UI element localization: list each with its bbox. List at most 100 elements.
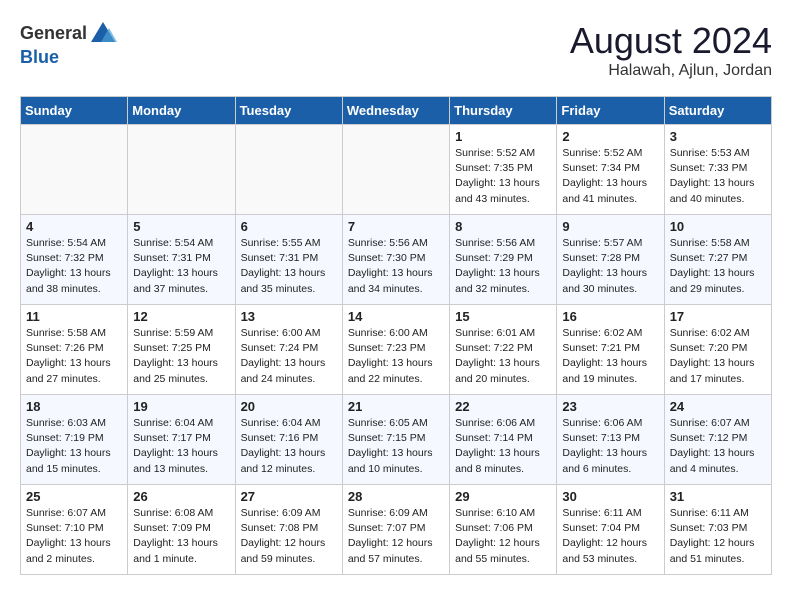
calendar-table: SundayMondayTuesdayWednesdayThursdayFrid… [20,96,772,575]
day-detail: Sunrise: 5:56 AM Sunset: 7:30 PM Dayligh… [348,236,444,297]
day-number: 8 [455,219,551,234]
day-detail: Sunrise: 6:10 AM Sunset: 7:06 PM Dayligh… [455,506,551,567]
title-block: August 2024 Halawah, Ajlun, Jordan [570,20,772,80]
day-number: 22 [455,399,551,414]
day-detail: Sunrise: 5:55 AM Sunset: 7:31 PM Dayligh… [241,236,337,297]
calendar-cell: 17 Sunrise: 6:02 AM Sunset: 7:20 PM Dayli… [664,305,771,395]
day-number: 13 [241,309,337,324]
calendar-cell: 14Sunrise: 6:00 AM Sunset: 7:23 PM Dayli… [342,305,449,395]
day-number: 14 [348,309,444,324]
weekday-header-row: SundayMondayTuesdayWednesdayThursdayFrid… [21,97,772,125]
calendar-cell [21,125,128,215]
day-detail: Sunrise: 6:04 AM Sunset: 7:16 PM Dayligh… [241,416,337,477]
weekday-header-tuesday: Tuesday [235,97,342,125]
calendar-cell: 9 Sunrise: 5:57 AM Sunset: 7:28 PM Daylig… [557,215,664,305]
calendar-cell: 16 Sunrise: 6:02 AM Sunset: 7:21 PM Dayli… [557,305,664,395]
day-detail: Sunrise: 6:00 AM Sunset: 7:24 PM Dayligh… [241,326,337,387]
day-detail: Sunrise: 6:07 AM Sunset: 7:12 PM Dayligh… [670,416,766,477]
day-detail: Sunrise: 5:59 AM Sunset: 7:25 PM Dayligh… [133,326,229,387]
day-number: 9 [562,219,658,234]
day-number: 24 [670,399,766,414]
day-number: 16 [562,309,658,324]
weekday-header-friday: Friday [557,97,664,125]
day-number: 27 [241,489,337,504]
day-number: 21 [348,399,444,414]
week-row-2: 4 Sunrise: 5:54 AM Sunset: 7:32 PM Daylig… [21,215,772,305]
calendar-cell: 27Sunrise: 6:09 AM Sunset: 7:08 PM Dayli… [235,485,342,575]
day-number: 10 [670,219,766,234]
calendar-cell: 7 Sunrise: 5:56 AM Sunset: 7:30 PM Daylig… [342,215,449,305]
calendar-cell: 15 Sunrise: 6:01 AM Sunset: 7:22 PM Dayli… [450,305,557,395]
calendar-cell: 31 Sunrise: 6:11 AM Sunset: 7:03 PM Dayli… [664,485,771,575]
logo-icon [89,20,117,48]
calendar-cell: 10 Sunrise: 5:58 AM Sunset: 7:27 PM Dayli… [664,215,771,305]
day-number: 15 [455,309,551,324]
day-detail: Sunrise: 5:53 AM Sunset: 7:33 PM Dayligh… [670,146,766,207]
day-detail: Sunrise: 5:54 AM Sunset: 7:31 PM Dayligh… [133,236,229,297]
day-number: 17 [670,309,766,324]
day-detail: Sunrise: 6:04 AM Sunset: 7:17 PM Dayligh… [133,416,229,477]
logo-general-text: General [20,24,87,44]
location: Halawah, Ajlun, Jordan [570,62,772,80]
weekday-header-sunday: Sunday [21,97,128,125]
day-detail: Sunrise: 6:02 AM Sunset: 7:21 PM Dayligh… [562,326,658,387]
day-number: 25 [26,489,122,504]
day-detail: Sunrise: 6:09 AM Sunset: 7:07 PM Dayligh… [348,506,444,567]
calendar-cell: 12 Sunrise: 5:59 AM Sunset: 7:25 PM Dayli… [128,305,235,395]
weekday-header-saturday: Saturday [664,97,771,125]
calendar-cell: 4 Sunrise: 5:54 AM Sunset: 7:32 PM Daylig… [21,215,128,305]
week-row-5: 25Sunrise: 6:07 AM Sunset: 7:10 PM Dayli… [21,485,772,575]
calendar-cell: 5 Sunrise: 5:54 AM Sunset: 7:31 PM Daylig… [128,215,235,305]
calendar-cell: 13 Sunrise: 6:00 AM Sunset: 7:24 PM Dayli… [235,305,342,395]
calendar-cell: 8 Sunrise: 5:56 AM Sunset: 7:29 PM Daylig… [450,215,557,305]
day-detail: Sunrise: 6:02 AM Sunset: 7:20 PM Dayligh… [670,326,766,387]
day-number: 7 [348,219,444,234]
calendar-cell: 21Sunrise: 6:05 AM Sunset: 7:15 PM Dayli… [342,395,449,485]
calendar-cell [128,125,235,215]
day-detail: Sunrise: 5:58 AM Sunset: 7:27 PM Dayligh… [670,236,766,297]
day-number: 5 [133,219,229,234]
calendar-cell: 11Sunrise: 5:58 AM Sunset: 7:26 PM Dayli… [21,305,128,395]
calendar-cell [342,125,449,215]
day-number: 30 [562,489,658,504]
calendar-cell: 2 Sunrise: 5:52 AM Sunset: 7:34 PM Daylig… [557,125,664,215]
day-detail: Sunrise: 5:52 AM Sunset: 7:34 PM Dayligh… [562,146,658,207]
day-detail: Sunrise: 6:01 AM Sunset: 7:22 PM Dayligh… [455,326,551,387]
calendar-cell: 22 Sunrise: 6:06 AM Sunset: 7:14 PM Dayli… [450,395,557,485]
day-detail: Sunrise: 5:56 AM Sunset: 7:29 PM Dayligh… [455,236,551,297]
day-number: 1 [455,129,551,144]
month-title: August 2024 [570,20,772,62]
day-detail: Sunrise: 6:11 AM Sunset: 7:04 PM Dayligh… [562,506,658,567]
calendar-cell [235,125,342,215]
calendar-cell: 18Sunrise: 6:03 AM Sunset: 7:19 PM Dayli… [21,395,128,485]
day-number: 26 [133,489,229,504]
weekday-header-thursday: Thursday [450,97,557,125]
day-detail: Sunrise: 6:06 AM Sunset: 7:14 PM Dayligh… [455,416,551,477]
week-row-4: 18Sunrise: 6:03 AM Sunset: 7:19 PM Dayli… [21,395,772,485]
calendar-cell: 3Sunrise: 5:53 AM Sunset: 7:33 PM Daylig… [664,125,771,215]
calendar-cell: 23Sunrise: 6:06 AM Sunset: 7:13 PM Dayli… [557,395,664,485]
day-number: 4 [26,219,122,234]
day-detail: Sunrise: 6:08 AM Sunset: 7:09 PM Dayligh… [133,506,229,567]
day-detail: Sunrise: 5:52 AM Sunset: 7:35 PM Dayligh… [455,146,551,207]
day-number: 19 [133,399,229,414]
day-detail: Sunrise: 5:57 AM Sunset: 7:28 PM Dayligh… [562,236,658,297]
day-number: 29 [455,489,551,504]
logo: General Blue [20,20,117,68]
day-detail: Sunrise: 6:03 AM Sunset: 7:19 PM Dayligh… [26,416,122,477]
calendar-cell: 24 Sunrise: 6:07 AM Sunset: 7:12 PM Dayli… [664,395,771,485]
page-header: General Blue August 2024 Halawah, Ajlun,… [20,20,772,80]
day-detail: Sunrise: 5:54 AM Sunset: 7:32 PM Dayligh… [26,236,122,297]
calendar-cell: 26 Sunrise: 6:08 AM Sunset: 7:09 PM Dayli… [128,485,235,575]
calendar-cell: 6Sunrise: 5:55 AM Sunset: 7:31 PM Daylig… [235,215,342,305]
day-number: 28 [348,489,444,504]
calendar-cell: 19 Sunrise: 6:04 AM Sunset: 7:17 PM Dayli… [128,395,235,485]
day-number: 12 [133,309,229,324]
calendar-cell: 25Sunrise: 6:07 AM Sunset: 7:10 PM Dayli… [21,485,128,575]
day-detail: Sunrise: 5:58 AM Sunset: 7:26 PM Dayligh… [26,326,122,387]
calendar-cell: 28 Sunrise: 6:09 AM Sunset: 7:07 PM Dayli… [342,485,449,575]
weekday-header-monday: Monday [128,97,235,125]
day-number: 31 [670,489,766,504]
day-number: 2 [562,129,658,144]
day-detail: Sunrise: 6:11 AM Sunset: 7:03 PM Dayligh… [670,506,766,567]
